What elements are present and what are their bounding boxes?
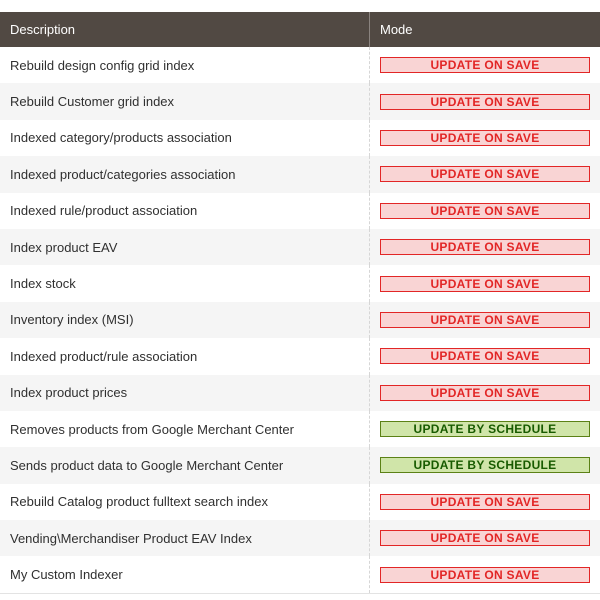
indexer-description: Rebuild Customer grid index	[0, 83, 370, 120]
mode-badge: UPDATE ON SAVE	[380, 239, 590, 256]
mode-cell: UPDATE ON SAVE	[370, 83, 600, 119]
mode-cell: UPDATE ON SAVE	[370, 556, 600, 592]
table-row[interactable]: Index product prices UPDATE ON SAVE	[0, 374, 600, 411]
table-row[interactable]: Sends product data to Google Merchant Ce…	[0, 447, 600, 484]
indexer-description: Indexed category/products association	[0, 119, 370, 157]
mode-badge: UPDATE ON SAVE	[380, 166, 590, 183]
mode-cell: UPDATE ON SAVE	[370, 265, 600, 301]
table-row[interactable]: Indexed category/products association UPD…	[0, 119, 600, 157]
table-row[interactable]: Rebuild design config grid index UPDATE O…	[0, 47, 600, 84]
mode-cell: UPDATE ON SAVE	[370, 120, 600, 156]
indexer-description: Sends product data to Google Merchant Ce…	[0, 447, 370, 484]
mode-badge: UPDATE ON SAVE	[380, 348, 590, 365]
indexer-description: Inventory index (MSI)	[0, 301, 370, 339]
indexer-grid: Description Mode Rebuild design config g…	[0, 12, 600, 593]
table-row[interactable]: Index product EAV UPDATE ON SAVE	[0, 228, 600, 266]
mode-cell: UPDATE ON SAVE	[370, 229, 600, 265]
mode-badge: UPDATE ON SAVE	[380, 493, 590, 510]
mode-cell: UPDATE ON SAVE	[370, 520, 600, 556]
mode-cell: UPDATE ON SAVE	[370, 484, 600, 520]
table-row[interactable]: Rebuild Catalog product fulltext search …	[0, 483, 600, 521]
mode-badge: UPDATE ON SAVE	[380, 202, 590, 219]
indexer-description: Index stock	[0, 265, 370, 302]
mode-cell: UPDATE ON SAVE	[370, 156, 600, 192]
indexer-description: Rebuild design config grid index	[0, 47, 370, 84]
grid-bottom-border	[0, 593, 600, 594]
table-row[interactable]: Indexed product/rule association UPDATE O…	[0, 338, 600, 375]
mode-badge: UPDATE ON SAVE	[380, 57, 590, 74]
indexer-description: Vending\Merchandiser Product EAV Index	[0, 520, 370, 557]
mode-badge: UPDATE ON SAVE	[380, 93, 590, 110]
table-row[interactable]: Removes products from Google Merchant Ce…	[0, 410, 600, 448]
indexer-description: Rebuild Catalog product fulltext search …	[0, 483, 370, 521]
mode-badge: UPDATE ON SAVE	[380, 129, 590, 146]
table-row[interactable]: Indexed product/categories association UP…	[0, 156, 600, 193]
mode-badge: UPDATE ON SAVE	[380, 566, 590, 583]
mode-badge: UPDATE ON SAVE	[380, 311, 590, 328]
mode-badge: UPDATE ON SAVE	[380, 530, 590, 547]
mode-cell: UPDATE ON SAVE	[370, 47, 600, 83]
mode-cell: UPDATE ON SAVE	[370, 193, 600, 229]
mode-badge: UPDATE BY SCHEDULE	[380, 421, 590, 438]
table-row[interactable]: My Custom Indexer UPDATE ON SAVE	[0, 556, 600, 593]
column-header-mode[interactable]: Mode	[370, 12, 600, 47]
indexer-description: Removes products from Google Merchant Ce…	[0, 410, 370, 448]
mode-badge: UPDATE ON SAVE	[380, 275, 590, 292]
indexer-description: Indexed product/rule association	[0, 338, 370, 375]
grid-body: Rebuild design config grid index UPDATE O…	[0, 47, 600, 593]
mode-badge: UPDATE ON SAVE	[380, 384, 590, 401]
indexer-description: Indexed product/categories association	[0, 156, 370, 193]
table-row[interactable]: Indexed rule/product association UPDATE O…	[0, 192, 600, 229]
indexer-description: Index product EAV	[0, 228, 370, 266]
indexer-description: Indexed rule/product association	[0, 192, 370, 229]
indexer-description: Index product prices	[0, 374, 370, 411]
mode-cell: UPDATE ON SAVE	[370, 375, 600, 411]
indexer-description: My Custom Indexer	[0, 556, 370, 593]
mode-cell: UPDATE ON SAVE	[370, 338, 600, 374]
mode-cell: UPDATE BY SCHEDULE	[370, 411, 600, 447]
table-row[interactable]: Inventory index (MSI) UPDATE ON SAVE	[0, 301, 600, 339]
grid-header: Description Mode	[0, 12, 600, 47]
table-row[interactable]: Index stock UPDATE ON SAVE	[0, 265, 600, 302]
mode-badge: UPDATE BY SCHEDULE	[380, 457, 590, 474]
mode-cell: UPDATE BY SCHEDULE	[370, 447, 600, 483]
mode-cell: UPDATE ON SAVE	[370, 302, 600, 338]
column-header-description[interactable]: Description	[0, 12, 370, 47]
table-row[interactable]: Vending\Merchandiser Product EAV Index UP…	[0, 520, 600, 557]
table-row[interactable]: Rebuild Customer grid index UPDATE ON SAV…	[0, 83, 600, 120]
